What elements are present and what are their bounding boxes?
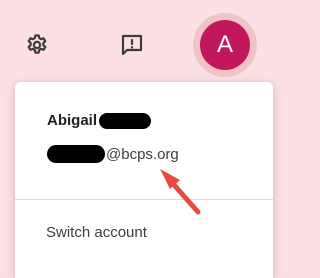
- feedback-icon: [121, 34, 143, 56]
- account-menu: Abigail @bcps.org Switch account: [15, 82, 273, 278]
- gear-icon: [27, 34, 47, 54]
- redaction-mark: [99, 112, 152, 129]
- avatar[interactable]: A: [200, 20, 250, 70]
- user-email-text: @bcps.org: [106, 145, 179, 163]
- user-name: Abigail: [47, 112, 152, 129]
- top-bar: A: [0, 0, 278, 82]
- avatar-ring[interactable]: A: [193, 13, 257, 77]
- feedback-button[interactable]: [113, 26, 151, 64]
- menu-divider: [15, 199, 273, 200]
- switch-account-button[interactable]: Switch account: [46, 224, 147, 241]
- settings-button[interactable]: [20, 28, 54, 62]
- user-email: @bcps.org: [47, 145, 179, 163]
- user-name-text: Abigail: [47, 112, 98, 129]
- redaction-mark: [47, 145, 105, 163]
